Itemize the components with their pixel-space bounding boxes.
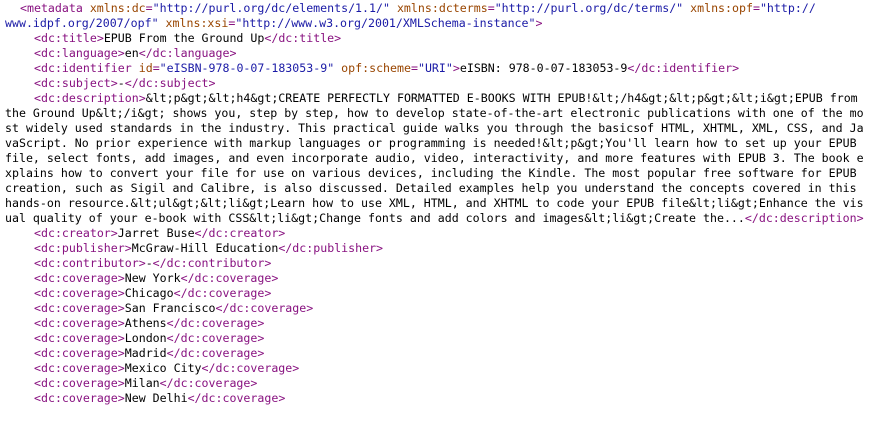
dc-coverage-line: <dc:coverage>San Francisco</dc:coverage> [0,301,877,316]
metadata-tag-start: <metadata [20,1,83,15]
dc-subject-line: <dc:subject>-</dc:subject> [0,76,877,91]
attr-value-id: "eISBN-978-0-07-183053-9" [159,61,335,75]
dc-title-text: EPUB From the Ground Up [103,31,265,45]
dc-identifier-close: </dc:identifier> [627,61,740,75]
metadata-open-tag-line-cont: www.idpf.org/2007/opf" xmlns:xsi="http:/… [0,16,877,31]
dc-coverage-line: <dc:coverage>Madrid</dc:coverage> [0,346,877,361]
equals-sign: = [752,1,760,15]
dc-publisher-open: <dc:publisher> [34,241,132,255]
dc-coverage-open: <dc:coverage> [34,301,125,315]
dc-language-line: <dc:language>en</dc:language> [0,46,877,61]
dc-coverage-close: </dc:coverage> [187,391,286,405]
dc-coverage-open: <dc:coverage> [34,286,125,300]
dc-contributor-line: <dc:contributor>-</dc:contributor> [0,256,877,271]
dc-publisher-line: <dc:publisher>McGraw-Hill Education</dc:… [0,241,877,256]
dc-coverage-text: Milan [124,376,160,390]
dc-identifier-text: eISBN: 978-0-07-183053-9 [459,61,628,75]
attr-name: xmlns:xsi [165,16,229,30]
dc-coverage-open: <dc:coverage> [34,271,125,285]
dc-coverage-open: <dc:coverage> [34,391,125,405]
dc-contributor-text: - [145,256,153,270]
dc-title-close: </dc:title> [264,31,342,45]
dc-coverage-close: </dc:coverage> [166,316,265,330]
equals-sign: = [487,1,495,15]
attr-name: xmlns:opf [690,1,753,15]
dc-description-close: </dc:description> [744,211,864,225]
attr-value: "http://purl.org/dc/elements/1.1/" [152,1,390,15]
metadata-open-tag-line: <metadata xmlns:dc="http://purl.org/dc/e… [0,1,877,16]
dc-subject-close: </dc:subject> [124,76,216,90]
dc-coverage-close: </dc:coverage> [166,346,265,360]
dc-coverage-close: </dc:coverage> [159,376,258,390]
dc-creator-close: </dc:creator> [194,226,286,240]
dc-coverage-open: <dc:coverage> [34,361,125,375]
dc-coverage-text: New Delhi [124,391,188,405]
dc-coverage-text: San Francisco [124,301,216,315]
attr-name: xmlns:dcterms [396,1,488,15]
equals-sign: = [152,61,160,75]
dc-coverage-line: <dc:coverage>New York</dc:coverage> [0,271,877,286]
equals-sign: = [145,1,153,15]
dc-publisher-close: </dc:publisher> [278,241,384,255]
dc-coverage-line: <dc:coverage>Milan</dc:coverage> [0,376,877,391]
dc-coverage-close: </dc:coverage> [166,331,265,345]
metadata-tag-end: > [535,16,543,30]
dc-coverage-open: <dc:coverage> [34,376,125,390]
attr-name-id: id [138,61,153,75]
dc-description-open: <dc:description> [34,91,146,105]
dc-creator-line: <dc:creator>Jarret Buse</dc:creator> [0,226,877,241]
dc-coverage-close: </dc:coverage> [201,361,300,375]
dc-identifier-open: <dc:identifier [34,61,132,75]
dc-identifier-open-end: > [452,61,460,75]
dc-coverage-open: <dc:coverage> [34,331,125,345]
dc-subject-text: - [117,76,125,90]
dc-coverage-line: <dc:coverage>Mexico City</dc:coverage> [0,361,877,376]
dc-coverage-text: New York [124,271,181,285]
dc-creator-text: Jarret Buse [117,226,195,240]
dc-title-line: <dc:title>EPUB From the Ground Up</dc:ti… [0,31,877,46]
dc-identifier-line: <dc:identifier id="eISBN-978-0-07-183053… [0,61,877,76]
dc-coverage-list: <dc:coverage>New York</dc:coverage> <dc:… [0,271,877,406]
dc-contributor-open: <dc:contributor> [34,256,146,270]
dc-coverage-text: Mexico City [124,361,202,375]
attr-name-scheme: opf:scheme [341,61,411,75]
attr-value-cont: www.idpf.org/2007/opf" [5,16,159,30]
dc-coverage-close: </dc:coverage> [173,286,272,300]
dc-description-block: <dc:description>&lt;p&gt;&lt;h4&gt;CREAT… [0,91,877,226]
dc-coverage-open: <dc:coverage> [34,316,125,330]
dc-coverage-open: <dc:coverage> [34,346,125,360]
dc-creator-open: <dc:creator> [34,226,118,240]
dc-subject-open: <dc:subject> [34,76,118,90]
dc-language-open: <dc:language> [34,46,125,60]
dc-coverage-line: <dc:coverage>New Delhi</dc:coverage> [0,391,877,406]
dc-title-open: <dc:title> [34,31,104,45]
attr-value-wrapped: "http:// [759,1,816,15]
attr-name: xmlns:dc [89,1,146,15]
dc-coverage-text: Athens [124,316,167,330]
dc-coverage-text: Madrid [124,346,167,360]
dc-language-close: </dc:language> [138,46,237,60]
dc-language-text: en [124,46,139,60]
xml-source-view: <metadata xmlns:dc="http://purl.org/dc/e… [0,0,877,421]
dc-publisher-text: McGraw-Hill Education [131,241,279,255]
dc-coverage-line: <dc:coverage>Athens</dc:coverage> [0,316,877,331]
equals-sign: = [410,61,418,75]
attr-value-scheme: "URI" [417,61,453,75]
dc-coverage-line: <dc:coverage>London</dc:coverage> [0,331,877,346]
dc-coverage-line: <dc:coverage>Chicago</dc:coverage> [0,286,877,301]
dc-coverage-close: </dc:coverage> [180,271,279,285]
attr-value: "http://www.w3.org/2001/XMLSchema-instan… [235,16,536,30]
dc-coverage-close: </dc:coverage> [215,301,314,315]
dc-description-text: &lt;p&gt;&lt;h4&gt;CREATE PERFECTLY FORM… [5,91,864,225]
dc-contributor-close: </dc:contributor> [152,256,272,270]
dc-coverage-text: Chicago [124,286,174,300]
dc-coverage-text: London [124,331,167,345]
attr-value: "http://purl.org/dc/terms/" [494,1,684,15]
